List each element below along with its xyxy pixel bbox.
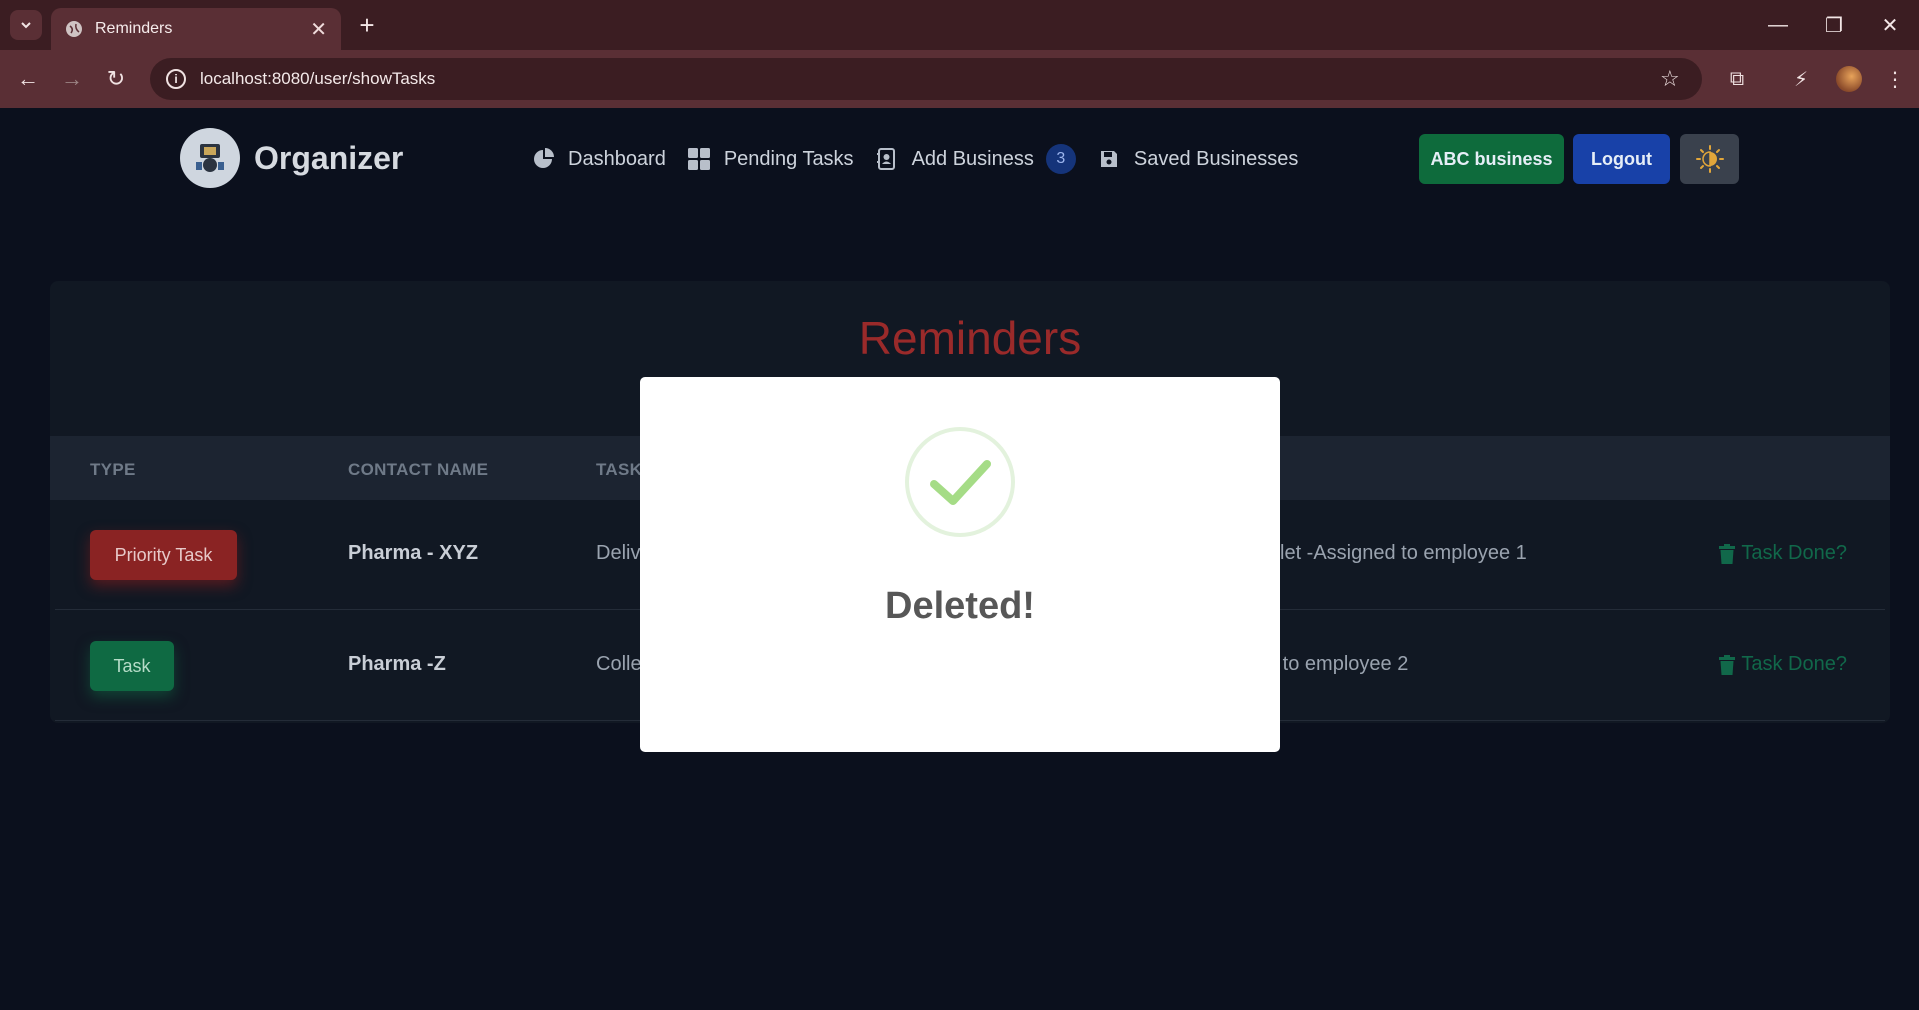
browser-tab-bar: Reminders ✕ + — ❐ ✕ <box>0 0 1919 50</box>
forward-button[interactable]: → <box>56 63 88 95</box>
success-circle <box>905 427 1015 537</box>
performance-icon[interactable]: ⚡ <box>1786 64 1816 94</box>
url-bar[interactable]: i localhost:8080/user/showTasks <box>150 58 1702 100</box>
close-icon[interactable]: ✕ <box>310 17 327 42</box>
new-tab-button[interactable]: + <box>352 10 382 40</box>
minimize-button[interactable]: — <box>1758 10 1798 40</box>
tab-search-button[interactable] <box>10 10 42 40</box>
restore-button[interactable]: ❐ <box>1814 10 1854 40</box>
success-dialog: Deleted! <box>640 377 1280 752</box>
reload-button[interactable]: ↻ <box>100 63 132 95</box>
chevron-down-icon <box>21 22 31 29</box>
extensions-icon[interactable]: ⧉ <box>1722 64 1752 94</box>
tab-title: Reminders <box>95 20 173 37</box>
more-menu-icon[interactable]: ⋮ <box>1880 64 1910 94</box>
url-text: localhost:8080/user/showTasks <box>200 69 436 88</box>
globe-icon <box>66 21 82 37</box>
check-icon <box>930 460 991 505</box>
browser-tab[interactable]: Reminders ✕ <box>51 8 341 50</box>
back-button[interactable]: ← <box>12 63 44 95</box>
avatar[interactable] <box>1836 66 1862 92</box>
info-icon[interactable]: i <box>166 69 186 89</box>
close-window-button[interactable]: ✕ <box>1870 10 1910 40</box>
star-icon[interactable]: ☆ <box>1660 66 1680 92</box>
dialog-title: Deleted! <box>885 585 1035 627</box>
